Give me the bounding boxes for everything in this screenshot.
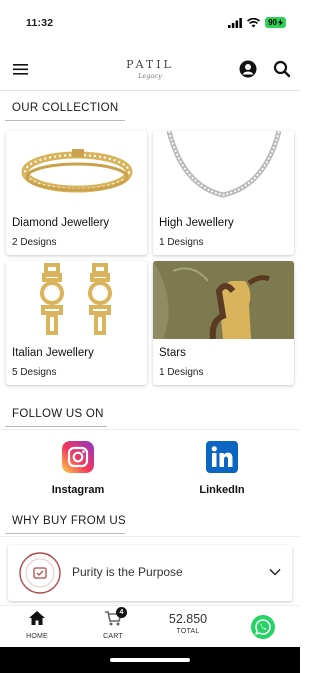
diamond-necklace-image bbox=[153, 131, 294, 209]
nav-home[interactable]: HOME bbox=[22, 610, 52, 640]
follow-title: FOLLOW US ON bbox=[12, 408, 104, 420]
chevron-down-icon bbox=[269, 568, 281, 576]
purity-label: Purity is the Purpose bbox=[72, 565, 183, 579]
card-count: 1 Designs bbox=[159, 367, 204, 378]
follow-underline bbox=[5, 426, 107, 427]
why-title: WHY BUY FROM US bbox=[12, 515, 126, 527]
follow-divider bbox=[0, 429, 300, 430]
earrings-image bbox=[6, 261, 147, 339]
card-count: 2 Designs bbox=[12, 237, 57, 248]
signal-icon bbox=[228, 17, 242, 28]
home-indicator[interactable] bbox=[110, 658, 190, 662]
search-icon bbox=[273, 60, 291, 78]
nav-cart-label: CART bbox=[103, 633, 123, 640]
instagram-link[interactable]: Instagram bbox=[33, 441, 123, 496]
card-title: Italian Jewellery bbox=[12, 347, 94, 359]
card-title: Diamond Jewellery bbox=[12, 217, 110, 229]
account-button[interactable] bbox=[238, 59, 258, 79]
card-title: Stars bbox=[159, 347, 186, 359]
collection-card-italian-jewellery[interactable]: Italian Jewellery 5 Designs bbox=[6, 261, 147, 385]
purity-accordion[interactable]: Purity is the Purpose bbox=[8, 545, 292, 601]
nav-home-label: HOME bbox=[26, 633, 48, 640]
collection-card-stars[interactable]: Stars 1 Designs bbox=[153, 261, 294, 385]
whatsapp-button[interactable] bbox=[251, 615, 275, 639]
nav-total[interactable]: 52.850 TOTAL bbox=[160, 609, 216, 635]
why-underline bbox=[5, 533, 125, 534]
collection-card-diamond-jewellery[interactable]: Diamond Jewellery 2 Designs bbox=[6, 131, 147, 255]
card-count: 5 Designs bbox=[12, 367, 57, 378]
status-bar: 11:32 90 bbox=[0, 0, 300, 48]
nav-cart[interactable]: 4 CART bbox=[98, 607, 128, 640]
gold-sculpture-image bbox=[153, 261, 294, 339]
instagram-icon bbox=[62, 441, 94, 473]
linkedin-icon bbox=[206, 441, 238, 473]
battery-level: 90 bbox=[268, 18, 277, 27]
account-icon bbox=[239, 60, 257, 78]
collection-title: OUR COLLECTION bbox=[12, 102, 119, 114]
app-header: PATIL Legacy bbox=[0, 48, 300, 90]
status-time: 11:32 bbox=[26, 17, 54, 29]
instagram-label: Instagram bbox=[51, 484, 105, 496]
why-divider bbox=[0, 536, 300, 537]
cart-count-badge: 4 bbox=[116, 607, 127, 618]
home-icon bbox=[29, 611, 45, 625]
card-count: 1 Designs bbox=[159, 237, 204, 248]
diamond-bracelet-image bbox=[6, 131, 147, 209]
purity-badge-icon bbox=[19, 552, 61, 594]
header-divider bbox=[0, 90, 300, 91]
card-title: High Jewellery bbox=[159, 217, 234, 229]
total-value: 52.850 bbox=[168, 612, 208, 626]
collection-underline bbox=[5, 120, 125, 121]
status-icons: 90 bbox=[228, 17, 286, 28]
bottom-nav: HOME 4 CART 52.850 TOTAL bbox=[0, 605, 300, 647]
battery-icon: 90 bbox=[265, 17, 286, 28]
linkedin-label: LinkedIn bbox=[199, 484, 245, 496]
system-home-bar bbox=[0, 647, 300, 673]
wifi-icon bbox=[247, 17, 261, 27]
nav-total-label: TOTAL bbox=[176, 628, 200, 635]
whatsapp-icon bbox=[255, 619, 271, 635]
linkedin-link[interactable]: LinkedIn bbox=[177, 441, 267, 496]
collection-card-high-jewellery[interactable]: High Jewellery 1 Designs bbox=[153, 131, 294, 255]
search-button[interactable] bbox=[272, 59, 292, 79]
